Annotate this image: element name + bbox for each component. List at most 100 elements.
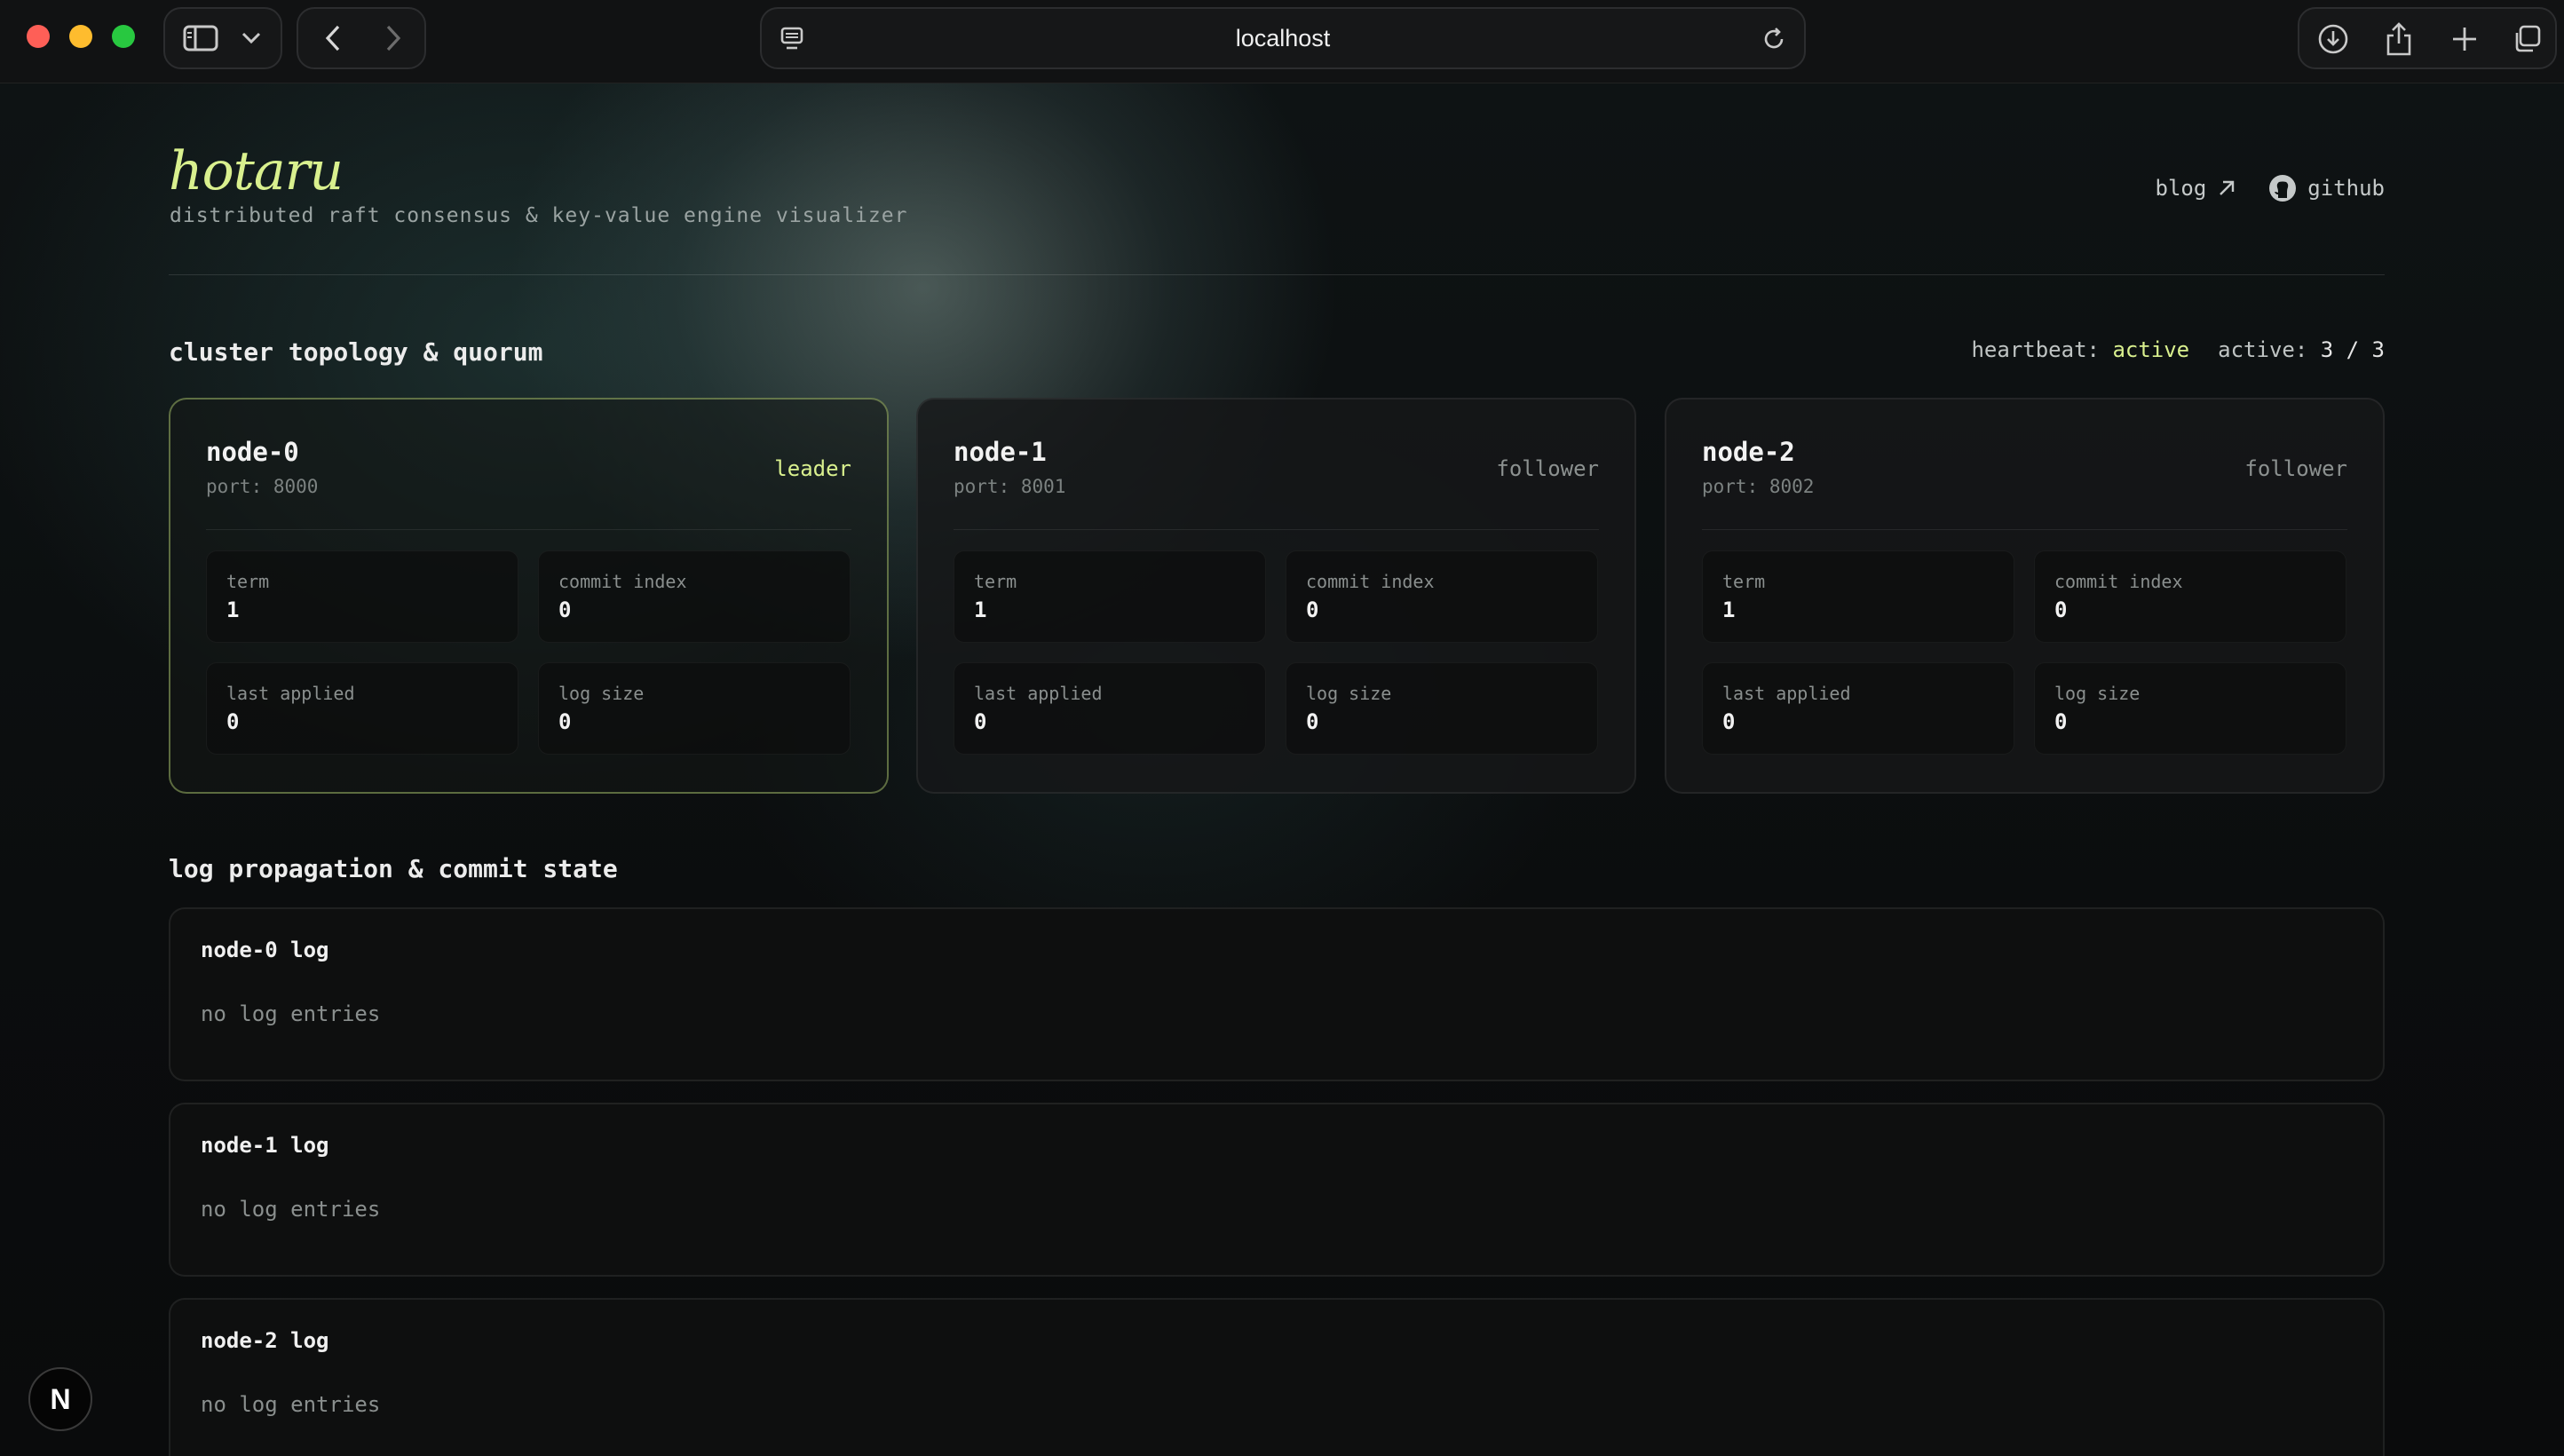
node-role-badge: follower (1496, 456, 1599, 481)
active-count: 3 / 3 (2320, 337, 2385, 362)
heartbeat-value: active (2112, 337, 2190, 362)
cluster-status: heartbeat: active active: 3 / 3 (1971, 337, 2385, 362)
log-section-title: log propagation & commit state (169, 854, 618, 883)
cluster-section-title: cluster topology & quorum (169, 337, 543, 367)
stat-value: 0 (1306, 597, 1319, 622)
log-panel-title: node-0 log (201, 938, 329, 962)
stat-value: 1 (226, 597, 240, 622)
node-1-log-panel: node-1 log no log entries (169, 1103, 2385, 1277)
log-panel-title: node-2 log (201, 1328, 329, 1353)
node-divider (1702, 529, 2347, 530)
node-card-0[interactable]: node-0 port: 8000 leader term 1 commit i… (169, 398, 889, 794)
node-0-log-panel: node-0 log no log entries (169, 907, 2385, 1081)
node-2-log-panel: node-2 log no log entries (169, 1298, 2385, 1456)
stat-value: 0 (1306, 709, 1319, 734)
node-divider (206, 529, 851, 530)
github-link[interactable]: github (2268, 174, 2385, 202)
stat-value: 0 (558, 597, 572, 622)
navigation-group (297, 7, 426, 69)
term-stat: term 1 (206, 550, 518, 643)
node-name: node-0 (206, 437, 299, 467)
arrow-up-right-icon (2217, 178, 2236, 198)
stat-label: last applied (226, 683, 355, 704)
sidebar-icon[interactable] (181, 20, 220, 56)
chevron-down-icon[interactable] (238, 25, 265, 51)
node-port: port: 8000 (206, 476, 319, 497)
last-applied-stat: last applied 0 (1702, 662, 2014, 755)
github-icon (2268, 174, 2297, 202)
commit-index-stat: commit index 0 (538, 550, 851, 643)
node-name: node-1 (954, 437, 1047, 467)
node-card-1[interactable]: node-1 port: 8001 follower term 1 commit… (916, 398, 1636, 794)
stat-value: 1 (974, 597, 987, 622)
header-links: blog github (2156, 174, 2385, 202)
tagline: distributed raft consensus & key-value e… (170, 204, 908, 227)
blog-link[interactable]: blog (2156, 176, 2237, 201)
commit-index-stat: commit index 0 (1286, 550, 1598, 643)
heartbeat-status: heartbeat: active (1971, 337, 2189, 362)
node-role-badge: follower (2244, 456, 2347, 481)
stat-label: commit index (1306, 571, 1435, 592)
browser-actions (2298, 7, 2557, 69)
stat-value: 0 (226, 709, 240, 734)
stat-value: 0 (974, 709, 987, 734)
close-window-button[interactable] (27, 25, 50, 48)
active-status: active: 3 / 3 (2218, 337, 2385, 362)
commit-index-stat: commit index 0 (2034, 550, 2346, 643)
browser-toolbar: localhost (0, 0, 2564, 83)
header-divider (169, 274, 2385, 275)
empty-log-message: no log entries (201, 1392, 381, 1417)
node-role-badge: leader (774, 456, 851, 481)
stat-label: log size (558, 683, 645, 704)
blog-link-label[interactable]: blog (2156, 176, 2207, 201)
reload-icon[interactable] (1760, 25, 1788, 53)
stat-label: term (1722, 571, 1766, 592)
last-applied-stat: last applied 0 (206, 662, 518, 755)
minimize-window-button[interactable] (69, 25, 92, 48)
stat-label: commit index (2054, 571, 2183, 592)
stat-label: log size (1306, 683, 1392, 704)
stat-value: 1 (1722, 597, 1736, 622)
node-port: port: 8001 (954, 476, 1066, 497)
stat-value: 0 (1722, 709, 1736, 734)
page-content: hotaru distributed raft consensus & key-… (0, 83, 2564, 1456)
stat-label: last applied (974, 683, 1103, 704)
log-size-stat: log size 0 (538, 662, 851, 755)
active-label: active: (2218, 337, 2308, 362)
stat-label: term (974, 571, 1017, 592)
sidebar-toggle-group (163, 7, 282, 69)
share-icon[interactable] (2381, 20, 2417, 59)
stat-value: 0 (2054, 709, 2068, 734)
heartbeat-label: heartbeat: (1971, 337, 2100, 362)
stat-value: 0 (558, 709, 572, 734)
back-icon[interactable] (318, 23, 348, 53)
page-menu-icon[interactable] (778, 25, 806, 53)
node-card-2[interactable]: node-2 port: 8002 follower term 1 commit… (1665, 398, 2385, 794)
url-text[interactable]: localhost (1236, 25, 1331, 52)
last-applied-stat: last applied 0 (954, 662, 1266, 755)
brand-logo[interactable]: hotaru (169, 140, 344, 202)
github-link-label[interactable]: github (2307, 176, 2385, 201)
log-size-stat: log size 0 (2034, 662, 2346, 755)
stat-label: term (226, 571, 270, 592)
log-panel-title: node-1 log (201, 1133, 329, 1158)
term-stat: term 1 (1702, 550, 2014, 643)
empty-log-message: no log entries (201, 1001, 381, 1026)
node-divider (954, 529, 1599, 530)
stat-label: commit index (558, 571, 687, 592)
empty-log-message: no log entries (201, 1197, 381, 1222)
address-bar[interactable]: localhost (760, 7, 1806, 69)
new-tab-icon[interactable] (2447, 21, 2482, 57)
download-icon[interactable] (2315, 21, 2351, 57)
forward-icon[interactable] (378, 23, 408, 53)
zoom-window-button[interactable] (112, 25, 135, 48)
node-name: node-2 (1702, 437, 1795, 467)
stat-value: 0 (2054, 597, 2068, 622)
node-port: port: 8002 (1702, 476, 1815, 497)
stat-label: last applied (1722, 683, 1851, 704)
devtools-badge[interactable]: N (28, 1367, 92, 1431)
window-controls (27, 25, 135, 48)
log-size-stat: log size 0 (1286, 662, 1598, 755)
tab-overview-icon[interactable] (2509, 21, 2544, 57)
stat-label: log size (2054, 683, 2141, 704)
